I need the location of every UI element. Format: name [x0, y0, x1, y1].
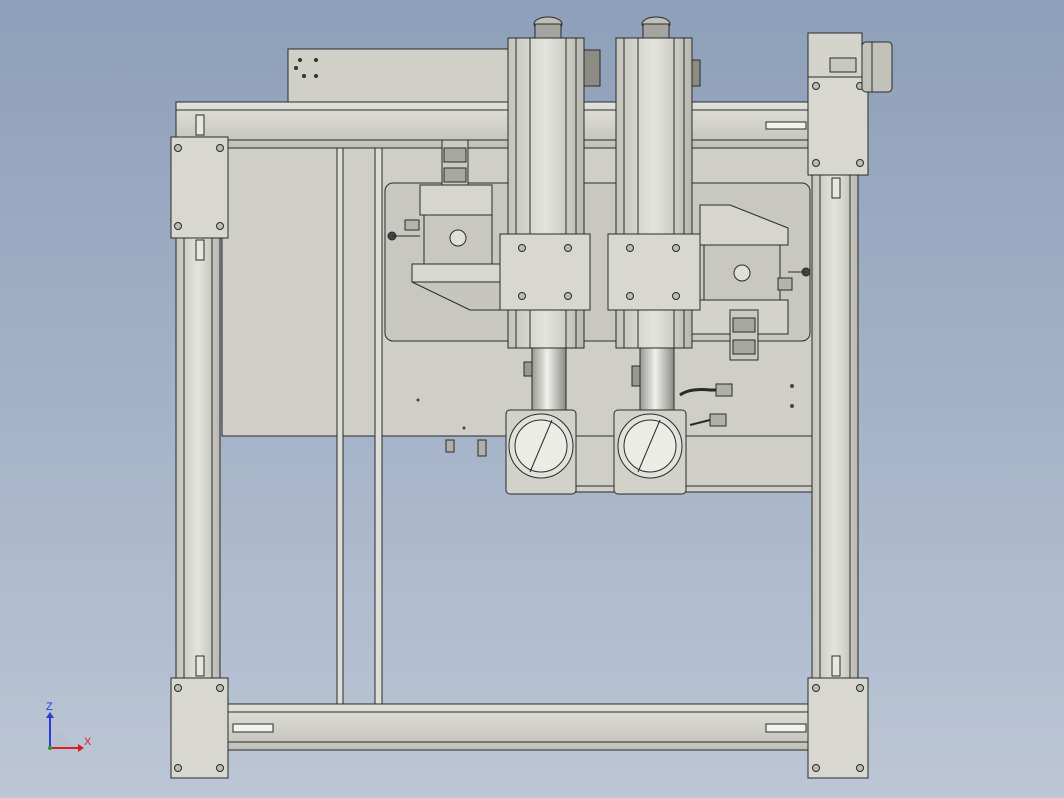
inner-vertical-rail-left [336, 147, 344, 705]
corner-plate-bottom-right [807, 677, 869, 779]
top-back-plate [287, 48, 519, 104]
triad-z-label: Z [46, 701, 53, 713]
corner-plate-bottom-left [170, 677, 229, 779]
bottom-horizontal-beam [223, 703, 813, 751]
top-horizontal-beam [175, 101, 813, 149]
lower-carriage-housing [575, 435, 813, 493]
inner-vertical-rail-right [374, 147, 383, 705]
triad-y-plane [50, 728, 78, 748]
right-vertical-rail [811, 149, 859, 681]
coordinate-triad: Z X [46, 701, 92, 752]
corner-plate-top-right [807, 74, 869, 176]
right-linear-actuator [607, 16, 701, 495]
cad-viewport[interactable]: Z X [0, 0, 1064, 798]
corner-plate-top-left [170, 136, 229, 239]
triad-x-label: X [84, 736, 92, 748]
